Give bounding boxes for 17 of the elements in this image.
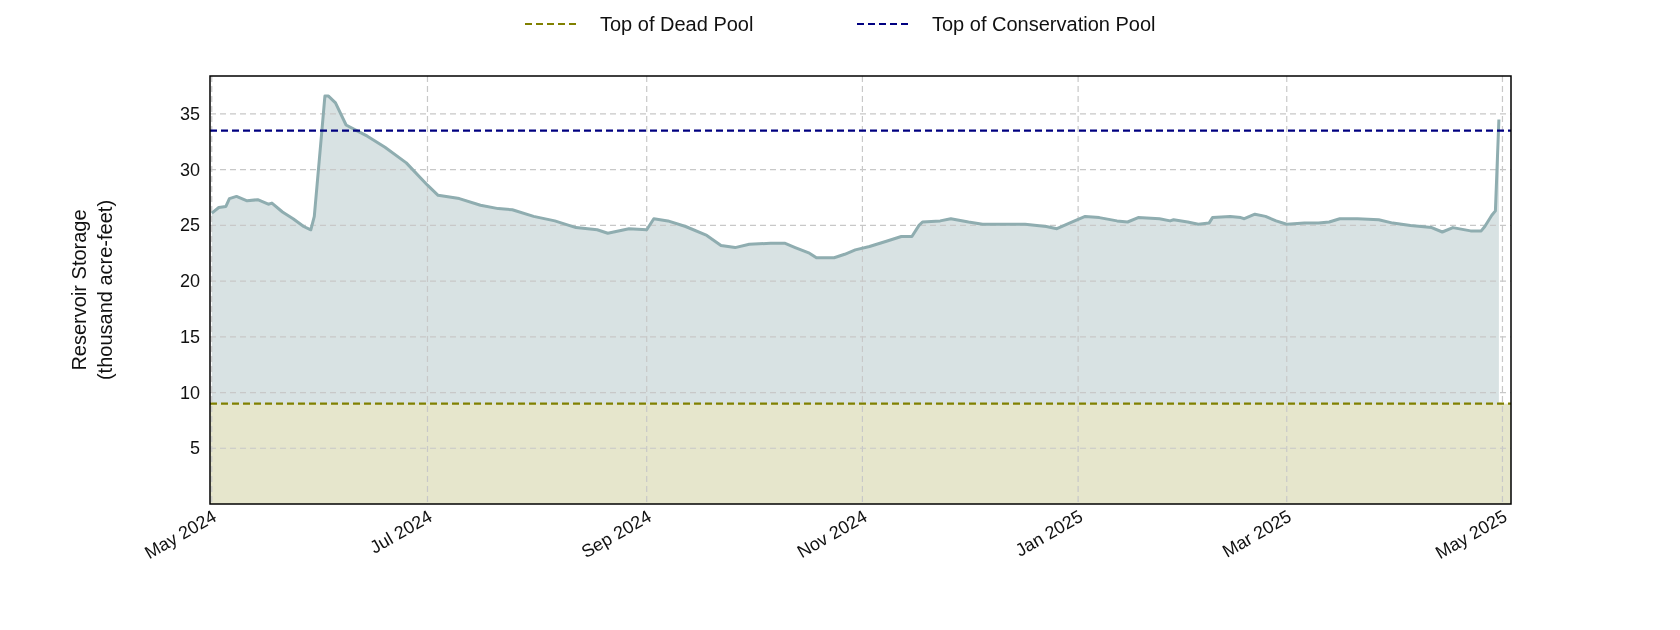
y-tick-label: 35: [179, 103, 200, 124]
y-tick-label: 10: [179, 382, 200, 403]
y-tick-label: 5: [190, 438, 200, 459]
y-tick-label: 20: [179, 271, 200, 292]
legend-label: Top of Dead Pool: [600, 13, 754, 35]
y-axis-label: Reservoir Storage (thousand acre-feet): [68, 199, 116, 381]
x-tick-label: Mar 2025: [1218, 506, 1295, 562]
y-tick-label: 15: [179, 326, 200, 347]
y-tick-label: 25: [179, 215, 200, 236]
x-tick-label: Sep 2024: [577, 506, 655, 562]
x-tick-label: Jul 2024: [366, 506, 436, 558]
x-tick-label: Jan 2025: [1011, 506, 1087, 561]
x-tick-label: May 2024: [141, 506, 220, 563]
x-tick-label: May 2025: [1432, 506, 1511, 563]
x-tick-label: Nov 2024: [793, 506, 871, 562]
y-tick-label: 30: [179, 159, 200, 180]
legend-label: Top of Conservation Pool: [932, 13, 1156, 35]
